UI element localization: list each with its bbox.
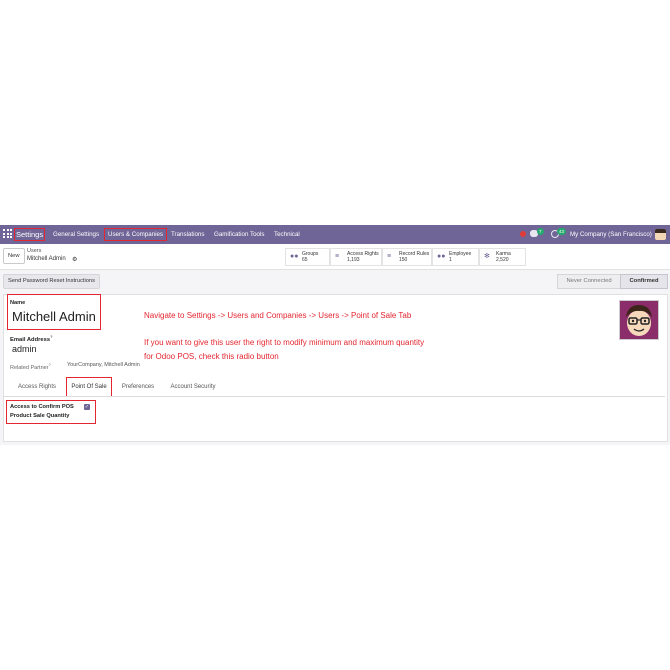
pos-confirm-label-line1: Access to Confirm POS (10, 404, 74, 410)
stat-record-rules-button[interactable]: ≡ Record Rules 150 (382, 248, 432, 266)
company-switcher[interactable]: My Company (San Francisco) (570, 225, 652, 244)
control-panel: New Users Mitchell Admin ⚙ ●● Groups 65 … (0, 244, 670, 270)
stat-value: 150 (399, 257, 408, 263)
debug-icon[interactable] (520, 231, 526, 237)
stat-value: 1 (449, 257, 452, 263)
avatar-illustration (620, 301, 658, 339)
email-label: Email Address? (10, 334, 53, 343)
breadcrumb-users[interactable]: Users (27, 248, 41, 254)
name-label: Name (10, 300, 26, 306)
email-label-text: Email Address (10, 336, 51, 343)
related-partner-label: Related Partner? (10, 362, 51, 371)
top-navbar: Settings General Settings Users & Compan… (0, 225, 670, 244)
nav-translations[interactable]: Translations (171, 225, 204, 244)
nav-technical[interactable]: Technical (274, 225, 300, 244)
stat-value: 1,193 (347, 257, 360, 263)
annotation-line-1: Navigate to Settings -> Users and Compan… (144, 311, 412, 320)
nav-users-companies[interactable]: Users & Companies (103, 228, 168, 241)
stat-employee-button[interactable]: ●● Employee 1 (432, 248, 479, 266)
apps-menu-icon[interactable] (3, 229, 12, 238)
stat-value: 65 (302, 257, 308, 263)
pos-confirm-checkbox[interactable]: ✓ (84, 404, 90, 410)
name-input[interactable]: Mitchell Admin (12, 309, 96, 324)
stage-never-connected[interactable]: Never Connected (557, 274, 621, 289)
help-icon[interactable]: ? (50, 334, 52, 339)
nav-gamification-tools[interactable]: Gamification Tools (214, 225, 264, 244)
nav-brand-settings[interactable]: Settings (13, 228, 46, 241)
related-partner-link[interactable]: YourCompany, Mitchell Admin (67, 362, 140, 368)
related-partner-label-text: Related Partner (10, 364, 49, 371)
stat-value: 2,520 (496, 257, 509, 263)
user-avatar[interactable] (655, 229, 666, 240)
users-icon: ●● (290, 253, 299, 260)
chat-badge: 7 (537, 228, 544, 235)
tab-divider (4, 396, 665, 397)
tab-account-security[interactable]: Account Security (165, 378, 221, 396)
tab-access-rights[interactable]: Access Rights (12, 378, 62, 396)
annotation-line-2: If you want to give this user the right … (144, 338, 425, 347)
new-button[interactable]: New (3, 248, 25, 264)
list-icon: ≡ (335, 253, 340, 260)
tab-point-of-sale[interactable]: Point Of Sale (66, 377, 112, 397)
send-password-reset-button[interactable]: Send Password Reset Instructions (3, 274, 100, 289)
stat-access-rights-button[interactable]: ≡ Access Rights 1,193 (330, 248, 382, 266)
status-row: Send Password Reset Instructions Never C… (0, 270, 670, 294)
tab-preferences[interactable]: Preferences (116, 378, 160, 396)
help-icon[interactable]: ? (49, 362, 51, 367)
stat-label: Employee (449, 251, 472, 257)
users-icon: ●● (437, 253, 446, 260)
stat-karma-button[interactable]: ✻ Karma 2,520 (479, 248, 526, 266)
stat-groups-button[interactable]: ●● Groups 65 (285, 248, 330, 266)
list-icon: ≡ (387, 253, 392, 260)
activity-badge: 43 (557, 228, 567, 235)
star-icon: ✻ (484, 253, 490, 260)
annotation-line-3: for Odoo POS, check this radio button (144, 352, 279, 361)
nav-general-settings[interactable]: General Settings (53, 225, 99, 244)
email-input[interactable]: admin (12, 344, 37, 354)
gear-icon[interactable]: ⚙ (72, 256, 77, 263)
user-avatar-image[interactable] (619, 300, 659, 340)
breadcrumb-current: Mitchell Admin (27, 256, 66, 262)
stage-confirmed[interactable]: Confirmed (620, 274, 668, 289)
pos-confirm-label-line2: Product Sale Quantity (10, 413, 70, 419)
